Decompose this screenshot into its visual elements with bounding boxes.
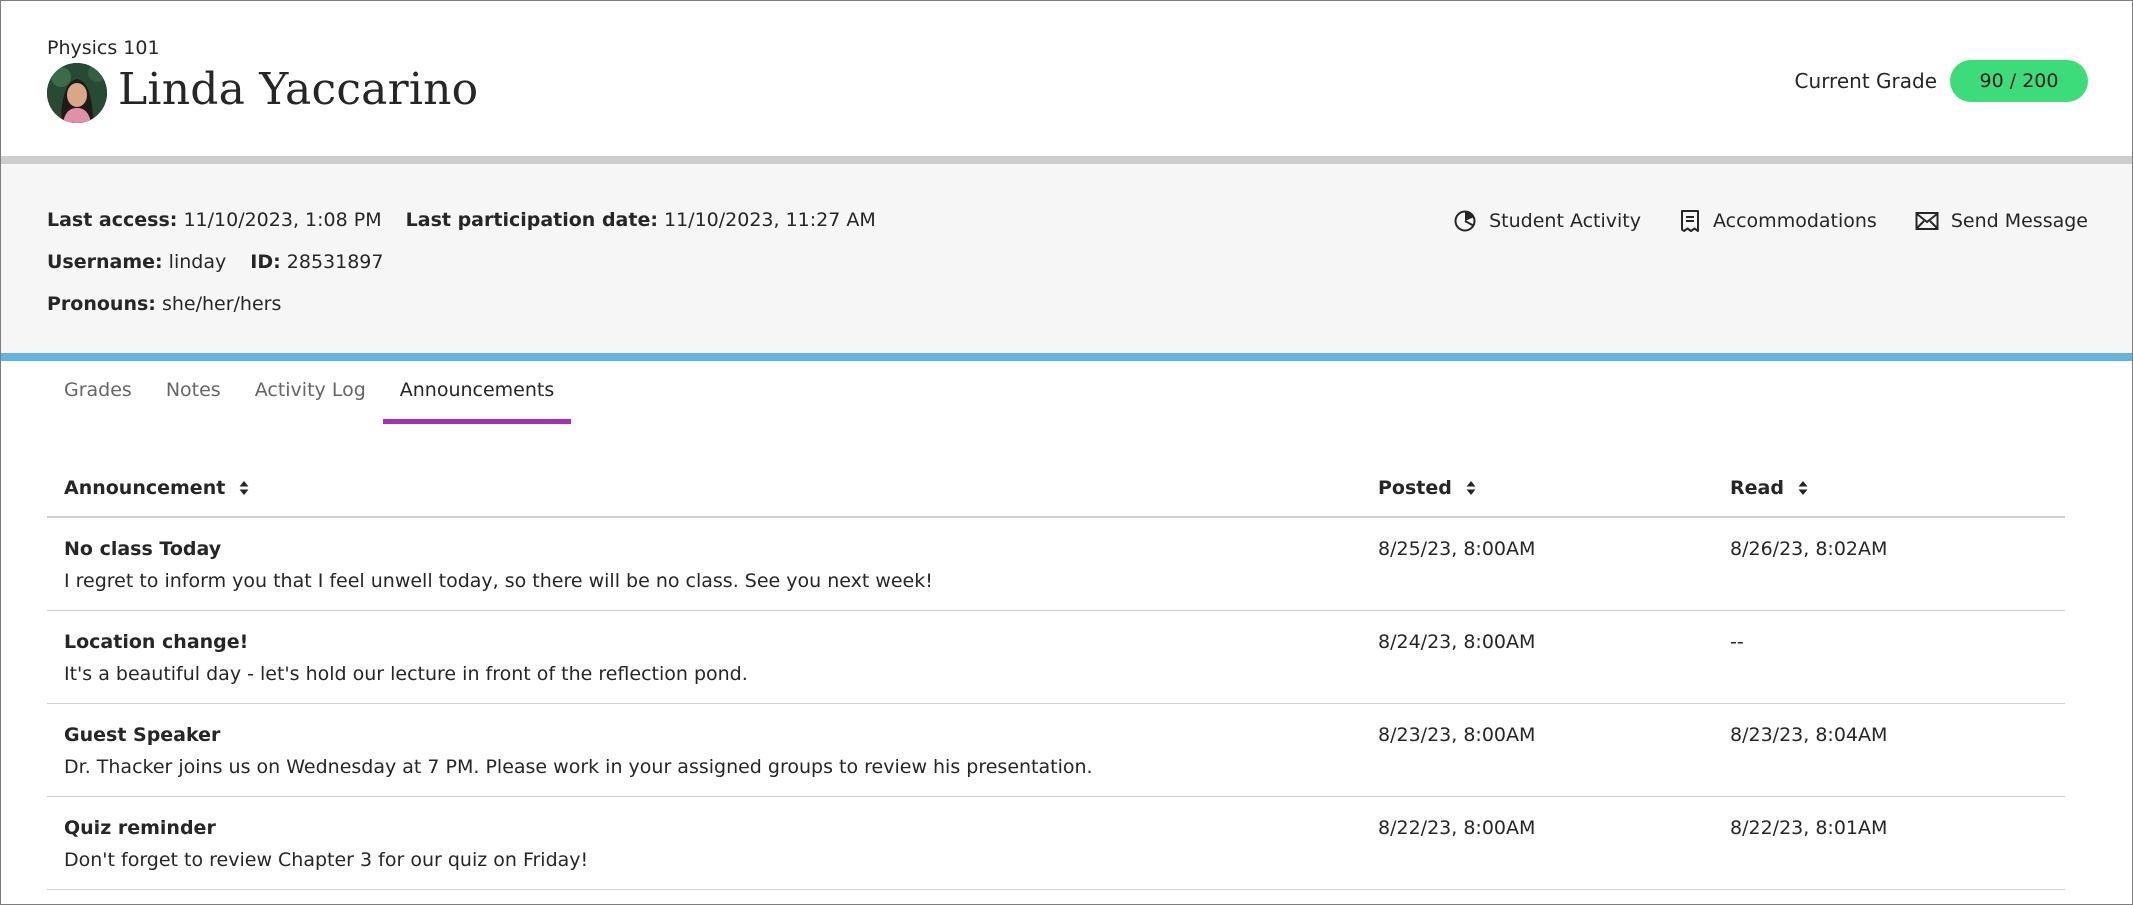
tab-notes[interactable]: Notes bbox=[149, 361, 238, 425]
student-activity-label: Student Activity bbox=[1489, 210, 1641, 232]
username-label: Username: bbox=[47, 251, 163, 273]
pronouns-info-line: Pronouns: she/her/hers bbox=[47, 293, 299, 315]
posted-cell: 8/25/23, 8:00AM bbox=[1378, 538, 1536, 560]
posted-cell: 8/22/23, 8:00AM bbox=[1378, 817, 1536, 839]
accommodations-button[interactable]: Accommodations bbox=[1679, 209, 1877, 233]
announcement-column-label: Announcement bbox=[64, 477, 226, 499]
account-info-line: Username: linday ID: 28531897 bbox=[47, 251, 402, 273]
last-access-value: 11/10/2023, 1:08 PM bbox=[183, 209, 382, 231]
avatar bbox=[47, 63, 107, 123]
sort-icon bbox=[239, 481, 249, 495]
announcement-cell: No class Today I regret to inform you th… bbox=[64, 538, 933, 592]
announcement-title: Guest Speaker bbox=[64, 724, 221, 746]
announcement-title: No class Today bbox=[64, 538, 222, 560]
last-access-label: Last access: bbox=[47, 209, 178, 231]
announcement-body: Don't forget to review Chapter 3 for our… bbox=[64, 849, 589, 871]
read-column-label: Read bbox=[1730, 477, 1784, 499]
access-info-line: Last access: 11/10/2023, 1:08 PM Last pa… bbox=[47, 209, 894, 231]
tab-announcements[interactable]: Announcements bbox=[382, 361, 572, 425]
announcements-table: Announcement Posted Read No class Today … bbox=[47, 463, 2065, 890]
document-icon bbox=[1681, 210, 1699, 232]
table-row[interactable]: Quiz reminder Don't forget to review Cha… bbox=[47, 797, 2065, 890]
avatar-portrait-icon bbox=[47, 63, 107, 123]
current-grade-badge[interactable]: 90 / 200 bbox=[1950, 60, 2088, 102]
announcement-body: It's a beautiful day - let's hold our le… bbox=[64, 663, 748, 685]
username-value: linday bbox=[168, 251, 227, 273]
pie-chart-icon bbox=[1454, 210, 1476, 232]
announcement-body: Dr. Thacker joins us on Wednesday at 7 P… bbox=[64, 756, 1093, 778]
student-activity-button[interactable]: Student Activity bbox=[1453, 209, 1641, 233]
table-row[interactable]: Guest Speaker Dr. Thacker joins us on We… bbox=[47, 704, 2065, 797]
tab-grades[interactable]: Grades bbox=[47, 361, 149, 425]
announcement-cell: Quiz reminder Don't forget to review Cha… bbox=[64, 817, 588, 871]
read-cell: 8/26/23, 8:02AM bbox=[1730, 538, 1888, 560]
pronouns-label: Pronouns: bbox=[47, 293, 156, 315]
last-participation-label: Last participation date: bbox=[405, 209, 658, 231]
student-profile-page: Physics 101 Linda Yaccarino Current Grad… bbox=[0, 0, 2133, 905]
announcement-cell: Guest Speaker Dr. Thacker joins us on We… bbox=[64, 724, 1093, 778]
student-info-panel: Last access: 11/10/2023, 1:08 PM Last pa… bbox=[1, 156, 2132, 353]
table-header: Announcement Posted Read bbox=[47, 463, 2065, 518]
read-cell: -- bbox=[1730, 631, 1744, 653]
profile-tabs: Grades Notes Activity Log Announcements bbox=[47, 361, 571, 425]
student-name: Linda Yaccarino bbox=[118, 64, 479, 115]
info-panel-accent-bar bbox=[1, 353, 2132, 361]
id-value: 28531897 bbox=[286, 251, 384, 273]
id-label: ID: bbox=[250, 251, 281, 273]
profile-actions: Student Activity Accommodations Send Mes… bbox=[1453, 209, 2088, 233]
tab-activity-log[interactable]: Activity Log bbox=[238, 361, 383, 425]
posted-column-header[interactable]: Posted bbox=[1378, 477, 1476, 499]
announcement-title: Location change! bbox=[64, 631, 249, 653]
table-row[interactable]: No class Today I regret to inform you th… bbox=[47, 518, 2065, 611]
sort-icon bbox=[1798, 481, 1808, 495]
send-message-button[interactable]: Send Message bbox=[1915, 210, 2088, 232]
announcement-title: Quiz reminder bbox=[64, 817, 216, 839]
read-cell: 8/22/23, 8:01AM bbox=[1730, 817, 1888, 839]
read-cell: 8/23/23, 8:04AM bbox=[1730, 724, 1888, 746]
announcement-body: I regret to inform you that I feel unwel… bbox=[64, 570, 933, 592]
accommodations-label: Accommodations bbox=[1713, 210, 1877, 232]
profile-header: Physics 101 Linda Yaccarino Current Grad… bbox=[1, 1, 2132, 156]
course-name: Physics 101 bbox=[47, 37, 160, 59]
announcement-cell: Location change! It's a beautiful day - … bbox=[64, 631, 748, 685]
read-column-header[interactable]: Read bbox=[1730, 477, 1808, 499]
posted-cell: 8/24/23, 8:00AM bbox=[1378, 631, 1536, 653]
send-message-label: Send Message bbox=[1950, 210, 2088, 232]
pronouns-value: she/her/hers bbox=[161, 293, 282, 315]
sort-icon bbox=[1466, 481, 1476, 495]
last-participation-value: 11/10/2023, 11:27 AM bbox=[664, 209, 876, 231]
posted-cell: 8/23/23, 8:00AM bbox=[1378, 724, 1536, 746]
envelope-icon bbox=[1915, 212, 1939, 230]
table-row[interactable]: Location change! It's a beautiful day - … bbox=[47, 611, 2065, 704]
posted-column-label: Posted bbox=[1378, 477, 1452, 499]
announcement-column-header[interactable]: Announcement bbox=[64, 477, 249, 499]
current-grade-label: Current Grade bbox=[1794, 69, 1937, 93]
